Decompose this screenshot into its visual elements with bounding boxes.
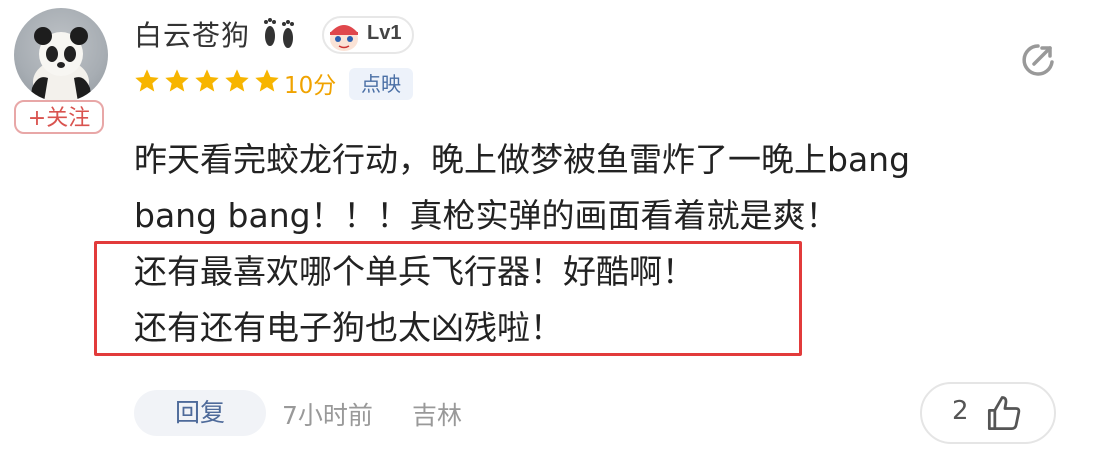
- follow-button[interactable]: +关注: [14, 100, 104, 134]
- highlight-box: [94, 241, 802, 356]
- like-button[interactable]: 2: [920, 382, 1056, 444]
- level-face-icon: [326, 19, 362, 57]
- reply-button[interactable]: 回复: [134, 390, 266, 436]
- share-icon[interactable]: [1018, 40, 1058, 84]
- star-icon: [195, 69, 219, 92]
- star-rating: [133, 67, 281, 95]
- like-count: 2: [952, 396, 969, 426]
- level-label: Lv1: [367, 22, 402, 44]
- comment-line: bang bang！！！真枪实弹的画面看着就是爽！: [134, 196, 839, 235]
- star-icon: [165, 69, 189, 92]
- thumbs-up-icon: [982, 392, 1026, 440]
- level-badge: Lv1: [322, 16, 414, 54]
- source-tag: 点映: [349, 68, 413, 100]
- panda-avatar-image: [30, 27, 92, 102]
- star-icon: [255, 69, 279, 92]
- rating-score: 10分: [284, 73, 337, 99]
- post-location: 吉林: [412, 401, 463, 430]
- star-icon: [135, 69, 159, 92]
- username[interactable]: 白云苍狗: [134, 14, 250, 54]
- avatar[interactable]: [14, 8, 108, 102]
- footprints-icon: [258, 14, 300, 56]
- comment-line: 昨天看完蛟龙行动，晚上做梦被鱼雷炸了一晚上bang: [134, 140, 911, 179]
- star-icon: [225, 69, 249, 92]
- post-time: 7小时前: [282, 401, 373, 430]
